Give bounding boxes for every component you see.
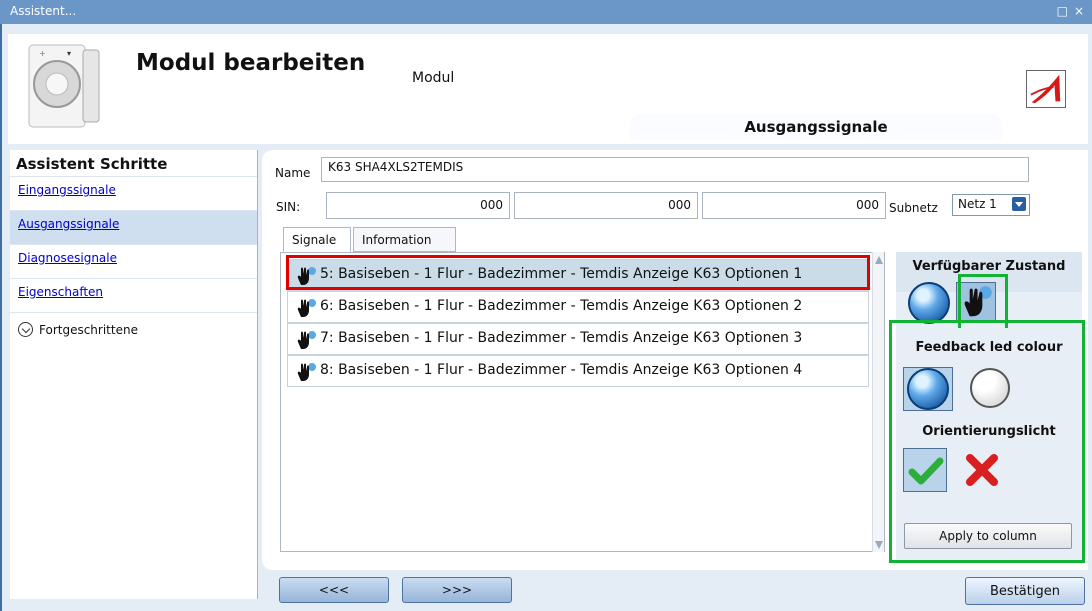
sidebar-item-label[interactable]: Eingangssignale bbox=[18, 183, 116, 197]
signal-label: 6: Basiseben - 1 Flur - Badezimmer - Tem… bbox=[320, 298, 803, 314]
brand-logo-icon bbox=[1026, 70, 1066, 108]
window-title: Assistent... bbox=[10, 4, 77, 18]
svg-text:▾: ▾ bbox=[67, 49, 71, 58]
module-name-field[interactable]: K63 SHA4XLS2TEMDIS bbox=[321, 157, 1029, 182]
sidebar-advanced-toggle[interactable]: Fortgeschrittene bbox=[10, 312, 257, 346]
signal-label: 8: Basiseben - 1 Flur - Badezimmer - Tem… bbox=[320, 362, 803, 378]
blue-led-icon bbox=[907, 368, 949, 410]
chevron-down-icon[interactable] bbox=[1012, 197, 1026, 211]
sin-field-3[interactable]: 000 bbox=[702, 192, 886, 219]
subnet-select[interactable]: Netz 1 bbox=[952, 194, 1030, 216]
hand-touch-icon bbox=[297, 331, 316, 349]
hand-touch-icon bbox=[297, 267, 316, 285]
confirm-button[interactable]: Bestätigen bbox=[965, 577, 1085, 605]
subnet-select-value: Netz 1 bbox=[958, 197, 997, 211]
list-item[interactable]: 6: Basiseben - 1 Flur - Badezimmer - Tem… bbox=[287, 291, 869, 323]
tab-signale[interactable]: Signale bbox=[283, 227, 351, 252]
sidebar-item-eigenschaften[interactable]: Eigenschaften bbox=[10, 278, 257, 312]
orientation-disabled-option[interactable] bbox=[960, 448, 1004, 492]
state-hand-button[interactable] bbox=[956, 282, 996, 322]
name-label: Name bbox=[275, 166, 311, 180]
apply-to-column-button[interactable]: Apply to column bbox=[904, 523, 1072, 549]
expand-chevron-icon bbox=[18, 322, 33, 337]
advanced-label: Fortgeschrittene bbox=[39, 322, 138, 337]
scroll-up-icon[interactable] bbox=[875, 256, 883, 264]
check-icon bbox=[908, 457, 944, 485]
list-item[interactable]: 7: Basiseben - 1 Flur - Badezimmer - Tem… bbox=[287, 323, 869, 355]
orientation-enabled-option[interactable] bbox=[903, 448, 947, 492]
tab-information[interactable]: Information bbox=[353, 227, 456, 252]
restore-icon[interactable]: □ bbox=[1057, 4, 1068, 18]
white-led-option[interactable] bbox=[970, 368, 1010, 408]
hand-touch-icon bbox=[297, 299, 316, 317]
assistant-steps-sidebar: Assistent Schritte Eingangssignale Ausga… bbox=[10, 150, 258, 599]
module-device-image: + ▾ bbox=[28, 44, 100, 128]
next-button[interactable]: >>> bbox=[402, 577, 512, 603]
feedback-led-title: Feedback led colour bbox=[915, 340, 1063, 355]
available-state-title: Verfügbarer Zustand bbox=[912, 259, 1066, 274]
orientation-light-title: Orientierungslicht bbox=[922, 424, 1056, 439]
list-item[interactable]: 8: Basiseben - 1 Flur - Badezimmer - Tem… bbox=[287, 355, 869, 387]
sin-label: SIN: bbox=[276, 200, 301, 214]
list-item[interactable]: 5: Basiseben - 1 Flur - Badezimmer - Tem… bbox=[287, 259, 869, 291]
sidebar-item-eingangssignale[interactable]: Eingangssignale bbox=[10, 176, 257, 210]
window-title-bar: Assistent... □ × bbox=[0, 0, 1092, 24]
signals-list: 5: Basiseben - 1 Flur - Badezimmer - Tem… bbox=[280, 252, 885, 552]
output-signals-tab-header: Ausgangssignale bbox=[630, 114, 1002, 140]
page-title: Modul bearbeiten bbox=[136, 50, 366, 76]
sidebar-item-label[interactable]: Ausgangssignale bbox=[18, 217, 119, 231]
state-led-button[interactable] bbox=[908, 282, 950, 324]
scroll-down-icon[interactable] bbox=[875, 541, 883, 549]
sin-field-1[interactable]: 000 bbox=[326, 192, 510, 219]
previous-button[interactable]: <<< bbox=[279, 577, 389, 603]
subnet-label: Subnetz bbox=[889, 201, 938, 215]
sidebar-item-label[interactable]: Eigenschaften bbox=[18, 285, 103, 299]
sin-field-2[interactable]: 000 bbox=[514, 192, 698, 219]
sidebar-item-diagnosesignale[interactable]: Diagnosesignale bbox=[10, 244, 257, 278]
module-label: Modul bbox=[412, 70, 455, 86]
sidebar-item-ausgangssignale[interactable]: Ausgangssignale bbox=[10, 210, 257, 244]
hand-touch-icon bbox=[297, 363, 316, 381]
sidebar-item-label[interactable]: Diagnosesignale bbox=[18, 251, 117, 265]
sidebar-title: Assistent Schritte bbox=[16, 155, 168, 173]
signal-label: 7: Basiseben - 1 Flur - Badezimmer - Tem… bbox=[320, 330, 803, 346]
hand-touch-icon bbox=[964, 286, 992, 317]
close-icon[interactable]: × bbox=[1074, 4, 1084, 18]
signal-label: 5: Basiseben - 1 Flur - Badezimmer - Tem… bbox=[320, 266, 803, 282]
svg-text:+: + bbox=[39, 49, 46, 58]
signals-scrollbar[interactable] bbox=[872, 252, 884, 552]
